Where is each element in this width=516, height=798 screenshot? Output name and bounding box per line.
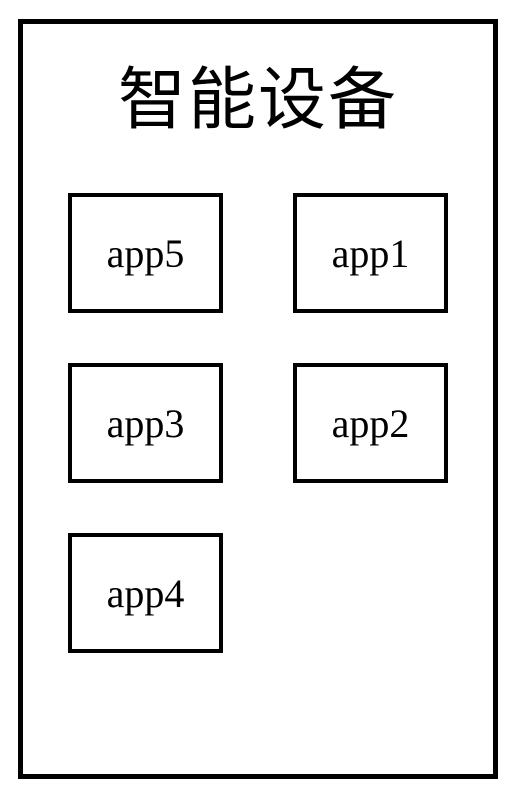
app-box-app5[interactable]: app5 — [68, 193, 223, 313]
device-frame: 智能设备 app5 app1 app3 app2 app4 — [18, 19, 498, 779]
app-label: app4 — [107, 570, 185, 617]
app-label: app1 — [332, 230, 410, 277]
app-label: app5 — [107, 230, 185, 277]
empty-slot — [293, 533, 448, 653]
device-title: 智能设备 — [118, 44, 398, 143]
app-box-app4[interactable]: app4 — [68, 533, 223, 653]
app-label: app2 — [332, 400, 410, 447]
app-box-app3[interactable]: app3 — [68, 363, 223, 483]
app-box-app1[interactable]: app1 — [293, 193, 448, 313]
app-grid: app5 app1 app3 app2 app4 — [28, 193, 488, 653]
app-box-app2[interactable]: app2 — [293, 363, 448, 483]
app-label: app3 — [107, 400, 185, 447]
